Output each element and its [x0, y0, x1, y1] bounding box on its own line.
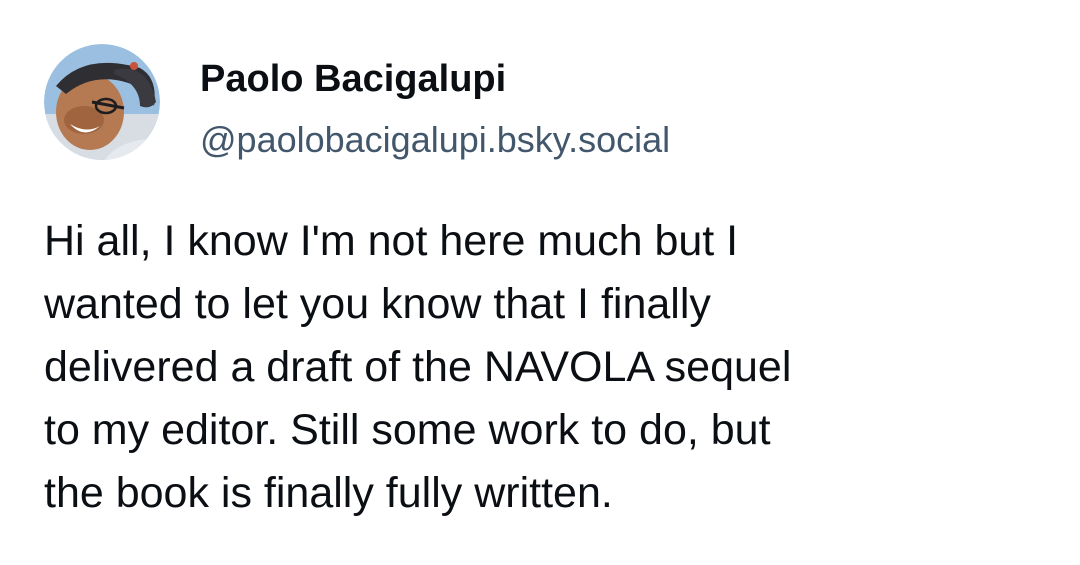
author-display-name[interactable]: Paolo Bacigalupi [200, 57, 506, 101]
post-card: Paolo Bacigalupi @paolobacigalupi.bsky.s… [0, 0, 1080, 565]
avatar-photo-icon [44, 44, 160, 160]
post-text-line: to my editor. Still some work to do, but [44, 406, 771, 454]
post-text-line: delivered a draft of the NAVOLA sequel [44, 343, 792, 391]
author-avatar[interactable] [44, 44, 160, 160]
post-text-line: Hi all, I know I'm not here much but I [44, 217, 739, 265]
post-text-line: the book is finally fully written. [44, 469, 613, 517]
author-handle[interactable]: @paolobacigalupi.bsky.social [200, 119, 670, 161]
post-text: Hi all, I know I'm not here much but I w… [44, 210, 1044, 525]
post-text-line: wanted to let you know that I finally [44, 280, 711, 328]
